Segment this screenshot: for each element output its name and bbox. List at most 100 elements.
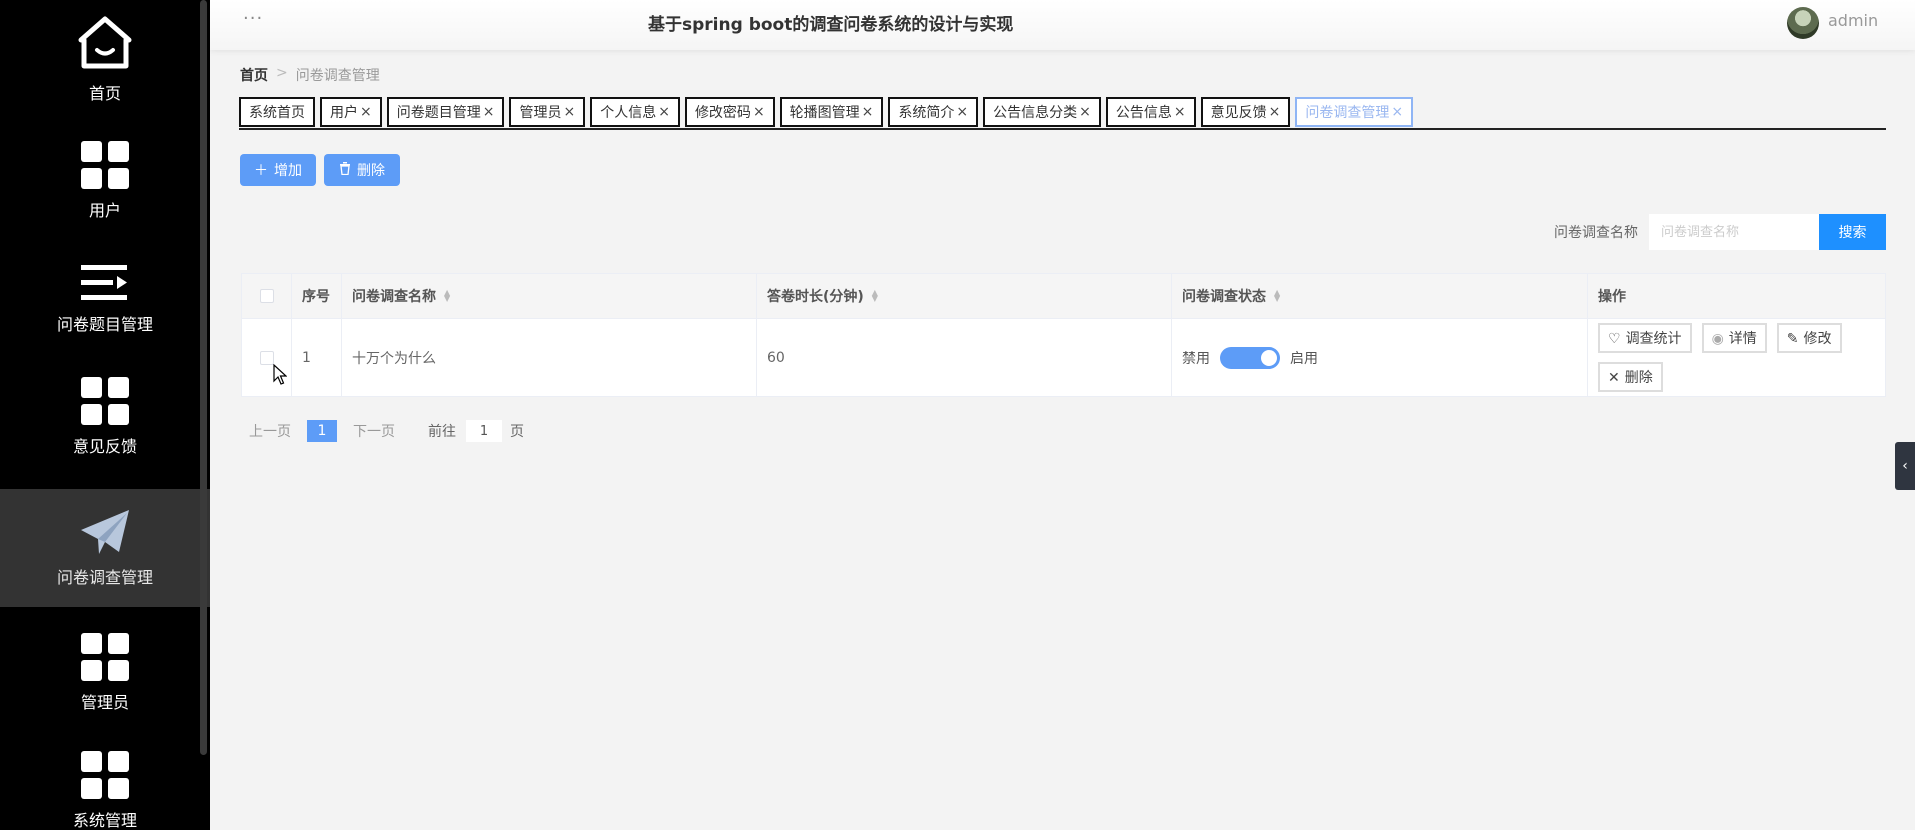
close-icon[interactable]: × <box>1269 104 1281 120</box>
row-status: 禁用 启用 <box>1172 319 1588 396</box>
tab-label: 轮播图管理 <box>789 105 860 121</box>
tab-label: 管理员 <box>519 105 562 121</box>
grid-icon <box>81 751 129 799</box>
close-icon[interactable]: × <box>563 104 575 120</box>
stats-button-label: 调查统计 <box>1625 330 1682 346</box>
next-page-button[interactable]: 下一页 <box>353 421 395 441</box>
tab-label: 系统首页 <box>249 105 305 121</box>
sidebar-item-home[interactable]: 首页 <box>0 0 210 118</box>
close-icon[interactable]: × <box>1174 104 1186 120</box>
tab-change-password[interactable]: 修改密码 × <box>684 97 775 127</box>
table-header: 序号 问卷调查名称 ▲ ▼ 答卷时长(分钟) ▲ ▼ 问卷调查状态 ▲ ▼ 操作 <box>242 274 1885 319</box>
sidebar-item-system[interactable]: 系统管理 <box>0 732 210 830</box>
sidebar-item-users[interactable]: 用户 <box>0 122 210 240</box>
tab-admins[interactable]: 管理员 × <box>509 97 586 127</box>
header-duration[interactable]: 答卷时长(分钟) ▲ ▼ <box>757 274 1172 318</box>
close-icon: ✕ <box>1608 368 1620 385</box>
sort-icon[interactable]: ▲ ▼ <box>444 289 450 303</box>
close-icon[interactable]: × <box>862 104 874 120</box>
search-button[interactable]: 搜索 <box>1819 214 1886 250</box>
home-icon <box>76 14 134 72</box>
tab-feedback[interactable]: 意见反馈 × <box>1200 97 1291 127</box>
tab-label: 意见反馈 <box>1210 105 1267 121</box>
sort-icon[interactable]: ▲ ▼ <box>872 289 878 303</box>
top-header: ··· 基于spring boot的调查问卷系统的设计与实现 admin <box>210 0 1915 50</box>
status-off-label: 禁用 <box>1182 350 1210 367</box>
close-icon[interactable]: × <box>1391 104 1403 120</box>
sidebar: 首页 用户 问卷题目管理 意见反馈 问卷调查管理 管理员 系统管理 <box>0 0 210 830</box>
grid-icon <box>81 377 129 425</box>
tab-notice[interactable]: 公告信息 × <box>1105 97 1196 127</box>
sort-icon[interactable]: ▲ ▼ <box>1274 289 1280 303</box>
stats-button[interactable]: ♡ 调查统计 <box>1598 323 1692 353</box>
username[interactable]: admin <box>1828 11 1878 30</box>
page-number-current[interactable]: 1 <box>307 420 337 442</box>
tab-bar: 系统首页 用户 × 问卷题目管理 × 管理员 × 个人信息 × 修改密码 × 轮播图管理 ×… <box>239 97 1886 130</box>
tab-survey-management[interactable]: 问卷调查管理 × <box>1295 97 1414 127</box>
edit-icon: ✎ <box>1786 329 1799 346</box>
tab-label: 问卷调查管理 <box>1305 105 1390 121</box>
tab-home[interactable]: 系统首页 <box>239 97 315 127</box>
close-icon[interactable]: × <box>658 104 670 120</box>
header-name[interactable]: 问卷调查名称 ▲ ▼ <box>342 274 757 318</box>
row-delete-button[interactable]: ✕ 删除 <box>1598 362 1663 392</box>
row-ops: ♡ 调查统计 ◉ 详情 ✎ 修改 ✕ 删除 <box>1588 319 1885 396</box>
sidebar-item-question-management[interactable]: 问卷题目管理 <box>0 240 210 358</box>
status-toggle[interactable] <box>1220 346 1280 369</box>
select-all-checkbox[interactable] <box>259 289 274 303</box>
chevron-left-icon: ‹ <box>1902 458 1908 474</box>
sidebar-item-label: 问卷题目管理 <box>56 315 153 334</box>
collapse-panel-button[interactable]: ‹ <box>1895 442 1915 490</box>
row-name: 十万个为什么 <box>342 319 757 396</box>
app-title: 基于spring boot的调查问卷系统的设计与实现 <box>648 15 1014 35</box>
avatar[interactable] <box>1787 7 1819 39</box>
tab-users[interactable]: 用户 × <box>320 97 382 127</box>
close-icon[interactable]: × <box>360 104 372 120</box>
tab-question-management[interactable]: 问卷题目管理 × <box>386 97 505 127</box>
sidebar-item-admins[interactable]: 管理员 <box>0 614 210 732</box>
grid-icon <box>81 141 129 189</box>
close-icon[interactable]: × <box>956 104 968 120</box>
header-duration-label: 答卷时长(分钟) <box>767 289 864 305</box>
close-icon[interactable]: × <box>1079 104 1091 120</box>
close-icon[interactable]: × <box>753 104 765 120</box>
header-status-label: 问卷调查状态 <box>1182 289 1266 305</box>
row-delete-button-label: 删除 <box>1624 369 1653 385</box>
sidebar-item-label: 系统管理 <box>72 811 137 830</box>
tab-notice-category[interactable]: 公告信息分类 × <box>983 97 1101 127</box>
sidebar-item-survey-management[interactable]: 问卷调查管理 <box>0 489 210 607</box>
breadcrumb-home[interactable]: 首页 <box>240 65 268 85</box>
batch-delete-button[interactable]: 删除 <box>324 154 400 186</box>
add-button-label: 增加 <box>274 162 302 178</box>
eye-icon: ◉ <box>1711 329 1724 346</box>
edit-button[interactable]: ✎ 修改 <box>1776 323 1842 353</box>
breadcrumb: 首页 > 问卷调查管理 <box>240 65 380 85</box>
add-button[interactable]: ＋ 增加 <box>240 154 316 186</box>
prev-page-button[interactable]: 上一页 <box>249 421 291 441</box>
status-on-label: 启用 <box>1290 350 1318 367</box>
sidebar-item-label: 首页 <box>88 84 121 103</box>
menu-toggle-icon[interactable]: ··· <box>243 8 263 29</box>
tab-carousel[interactable]: 轮播图管理 × <box>779 97 884 127</box>
tab-label: 问卷题目管理 <box>396 105 481 121</box>
header-index: 序号 <box>292 274 342 318</box>
sidebar-item-feedback[interactable]: 意见反馈 <box>0 358 210 476</box>
tab-system-intro[interactable]: 系统简介 × <box>888 97 979 127</box>
row-checkbox[interactable] <box>259 350 274 365</box>
header-status[interactable]: 问卷调查状态 ▲ ▼ <box>1172 274 1588 318</box>
sidebar-item-label: 管理员 <box>80 693 129 712</box>
list-icon <box>81 263 129 303</box>
delete-button-label: 删除 <box>357 162 385 178</box>
edit-button-label: 修改 <box>1803 330 1832 346</box>
tab-profile[interactable]: 个人信息 × <box>590 97 680 127</box>
sidebar-scrollbar[interactable] <box>200 0 207 755</box>
close-icon[interactable]: × <box>483 104 495 120</box>
goto-page-input[interactable] <box>466 420 502 442</box>
tab-label: 系统简介 <box>898 105 955 121</box>
search-input[interactable] <box>1649 214 1819 250</box>
detail-button[interactable]: ◉ 详情 <box>1701 323 1767 353</box>
header-name-label: 问卷调查名称 <box>352 289 436 305</box>
tab-label: 用户 <box>330 105 358 121</box>
row-duration: 60 <box>757 319 1172 396</box>
tab-label: 个人信息 <box>600 105 657 121</box>
